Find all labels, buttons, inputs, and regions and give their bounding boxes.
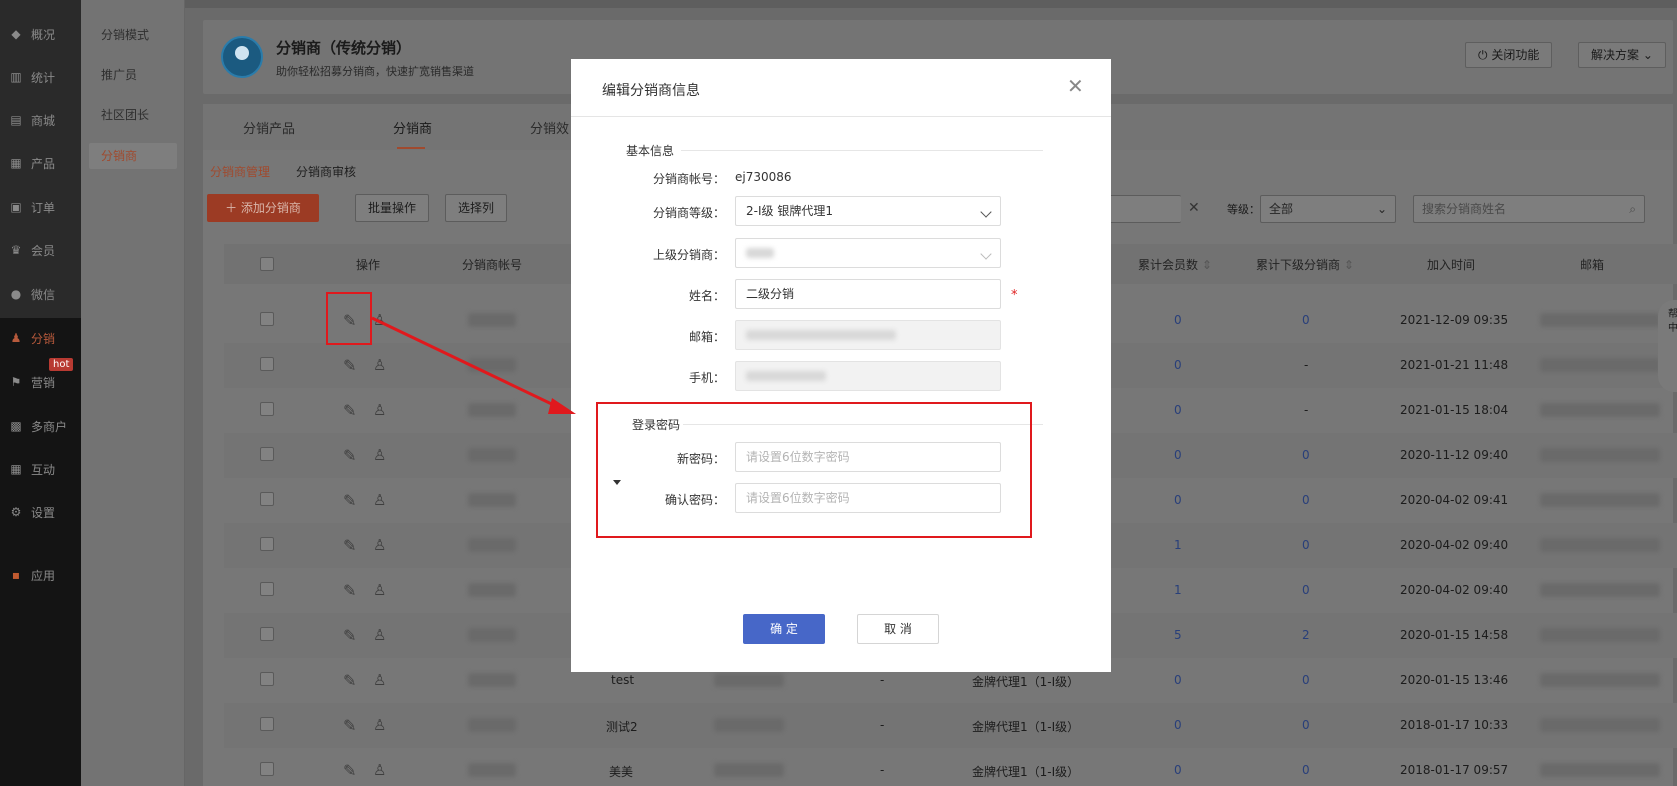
arrow-line (371, 316, 561, 410)
annotation-arrow (371, 316, 576, 414)
arrow-head (548, 398, 576, 414)
